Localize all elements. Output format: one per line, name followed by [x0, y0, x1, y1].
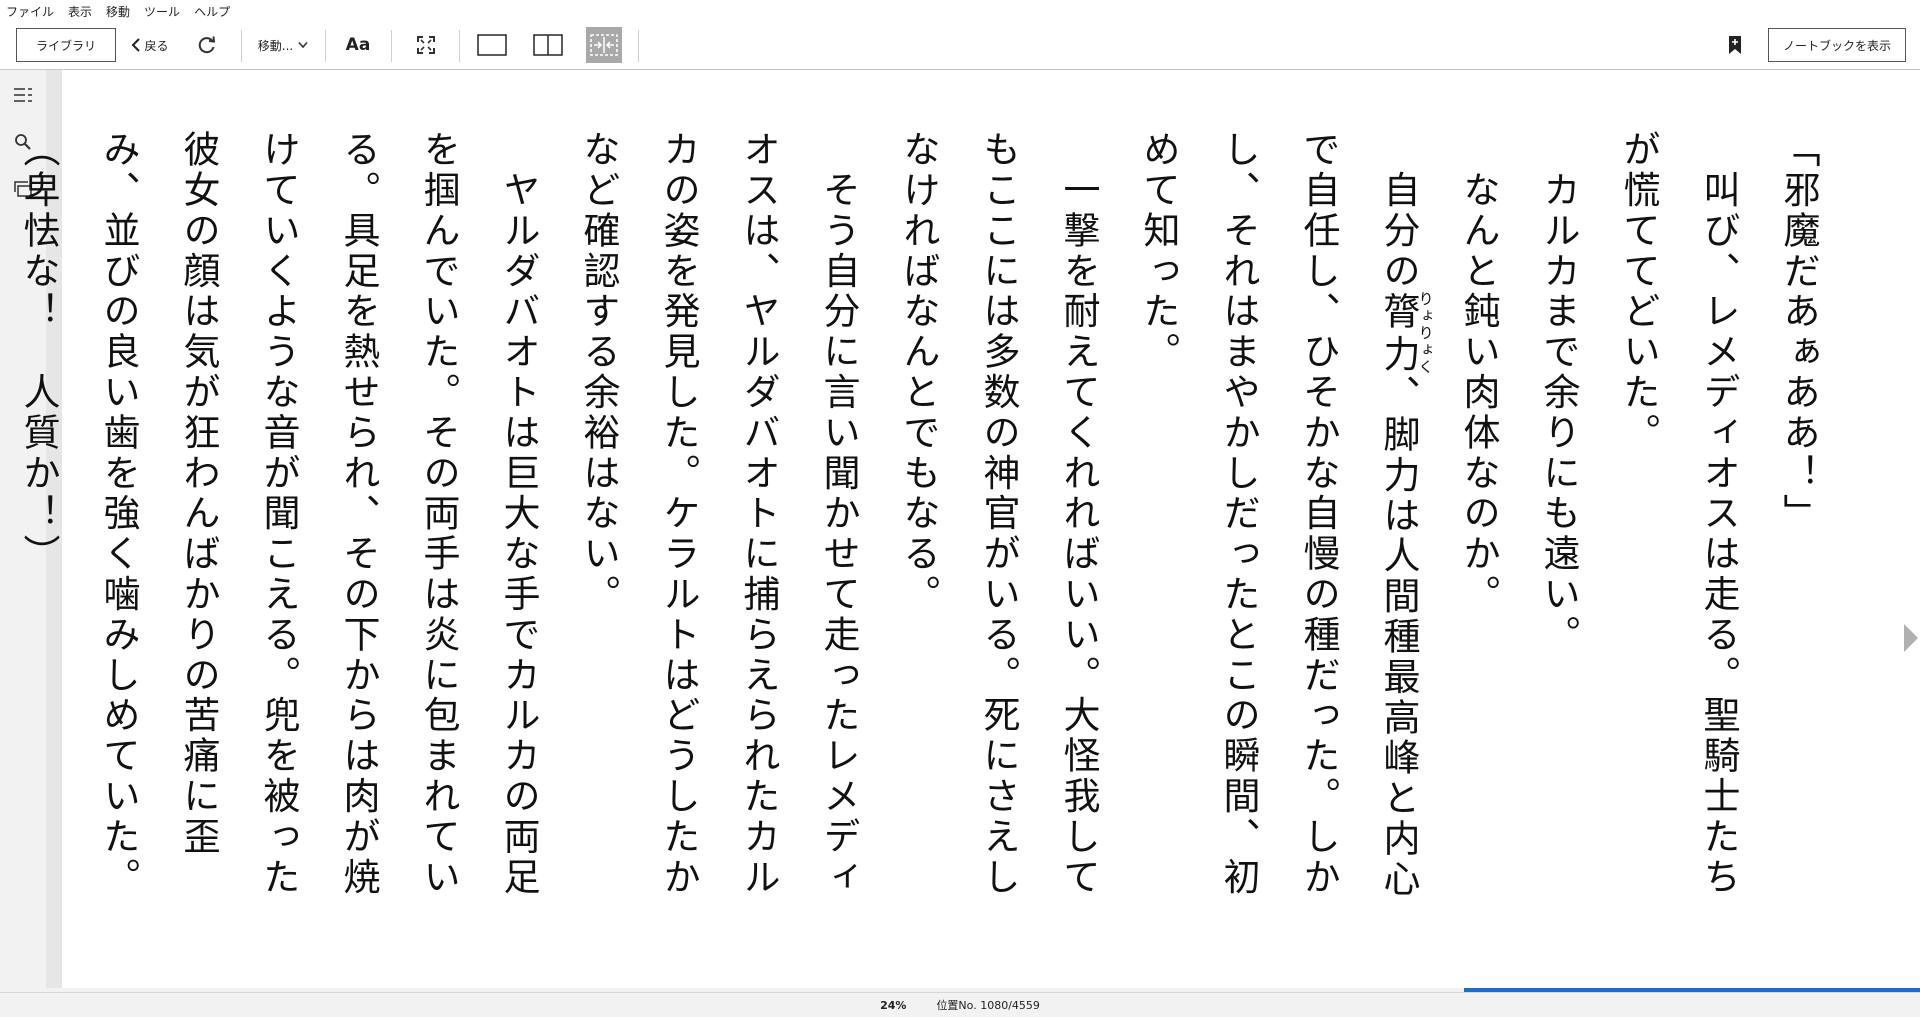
menu-go[interactable]: 移動 [106, 3, 130, 20]
menu-help[interactable]: ヘルプ [194, 3, 230, 20]
show-notebook-button[interactable]: ノートブックを表示 [1768, 28, 1906, 62]
book-paragraph: カルカまで余りにも遠い。 [1537, 130, 1580, 656]
bookmark-button[interactable] [1722, 28, 1748, 62]
menu-bar: ファイル 表示 移動 ツール ヘルプ [0, 0, 1920, 22]
toolbar-divider [459, 30, 460, 62]
toolbar-divider [638, 30, 639, 62]
fit-width-icon [590, 34, 618, 56]
menu-tools[interactable]: ツール [144, 3, 180, 20]
status-bar: 24% 位置No. 1080/4559 [0, 992, 1920, 1017]
library-label: ライブラリ [35, 38, 96, 53]
toc-button[interactable] [11, 83, 35, 107]
goto-dropdown[interactable]: 移動... [252, 28, 314, 62]
show-notebook-label: ノートブックを表示 [1782, 38, 1891, 53]
toolbar: ライブラリ 戻る 移動... Aa ノートブックを表示 [0, 22, 1920, 70]
reading-page[interactable]: 「邪魔だあぁああ！」 叫び、レメディオスは走る。聖騎士たちが慌ててどいた。 カル… [17, 70, 1920, 988]
single-page-icon [477, 34, 507, 56]
bookmark-add-icon [1729, 36, 1741, 54]
book-paragraph: ヤルダバオトは巨大な手でカルカの両足を掴んでいた。その両手は炎に包まれている。具… [97, 130, 540, 898]
two-page-button[interactable] [530, 28, 566, 62]
progress-percent: 24% [880, 998, 907, 1012]
menu-view[interactable]: 表示 [68, 3, 92, 20]
book-text: 「邪魔だあぁああ！」 叫び、レメディオスは走る。聖騎士たちが慌ててどいた。 カル… [0, 130, 1838, 920]
chevron-down-icon [298, 41, 308, 49]
toolbar-divider [241, 30, 242, 62]
font-settings-label: Aa [345, 35, 371, 55]
book-paragraph: （卑怯な！ 人質か！） [17, 130, 60, 575]
library-button[interactable]: ライブラリ [16, 28, 116, 62]
book-paragraph: 「邪魔だあぁああ！」 [1777, 130, 1820, 534]
refresh-button[interactable] [193, 28, 221, 62]
back-button[interactable]: 戻る [126, 28, 174, 62]
ruby-word: 膂力りょりょく [1377, 290, 1435, 376]
toolbar-divider [325, 30, 326, 62]
two-page-icon [533, 34, 563, 56]
book-paragraph: 自分の膂力りょりょく、脚力は人間種最高峰と内心で自任し、ひそかな自慢の種だった。… [1137, 130, 1435, 900]
book-paragraph: なんと鈍い肉体なのか。 [1457, 130, 1500, 615]
book-paragraph: そう自分に言い聞かせて走ったレメディオスは、ヤルダバオトに捕らえられたカルカの姿… [577, 130, 860, 898]
single-page-button[interactable] [474, 28, 510, 62]
toolbar-divider [391, 30, 392, 62]
fullscreen-button[interactable] [410, 28, 442, 62]
font-settings-button[interactable]: Aa [340, 28, 376, 62]
fullscreen-icon [417, 36, 435, 54]
next-page-icon[interactable] [1902, 618, 1920, 658]
menu-file[interactable]: ファイル [6, 3, 54, 20]
goto-label: 移動... [257, 38, 294, 53]
chevron-left-icon [132, 38, 141, 52]
fit-width-button[interactable] [586, 27, 622, 63]
back-label: 戻る [144, 38, 169, 53]
location-number: 位置No. 1080/4559 [936, 999, 1040, 1012]
refresh-icon [198, 36, 216, 54]
book-paragraph: 一撃を耐えてくれればいい。大怪我してもここには多数の神官がいる。死にさえしなけれ… [897, 130, 1100, 898]
toc-icon [14, 88, 32, 102]
book-paragraph: 叫び、レメディオスは走る。聖騎士たちが慌ててどいた。 [1617, 130, 1740, 898]
